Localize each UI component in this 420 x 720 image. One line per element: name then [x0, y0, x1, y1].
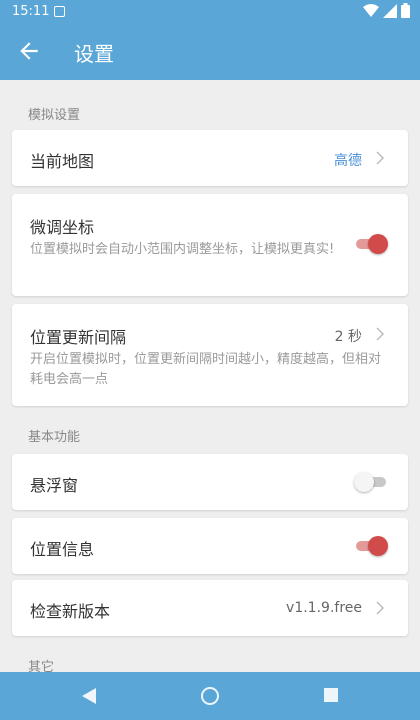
section-header-simulation: 模拟设置	[28, 108, 81, 123]
setting-description: 开启位置模拟时，位置更新间隔时间越小，精度越高，但相对耗电会高一点	[30, 352, 382, 387]
floating-window-toggle[interactable]	[354, 472, 388, 492]
back-arrow-icon[interactable]	[16, 38, 42, 64]
location-info-toggle[interactable]	[354, 536, 388, 556]
setting-fine-tune[interactable]: 微调坐标 位置模拟时会自动小范围内调整坐标，让模拟更真实!	[12, 194, 408, 296]
setting-current-map[interactable]: 当前地图 高德	[12, 130, 408, 186]
section-header-other: 其它	[28, 660, 55, 672]
chevron-right-icon	[376, 601, 385, 615]
setting-value: 高德	[334, 153, 362, 169]
setting-check-update[interactable]: 检查新版本 v1.1.9.free	[12, 580, 408, 636]
toggle-knob	[368, 234, 388, 254]
app-bar: 设置	[0, 24, 420, 80]
setting-update-interval[interactable]: 位置更新间隔 2 秒 开启位置模拟时，位置更新间隔时间越小，精度越高，但相对耗电…	[12, 304, 408, 406]
section-header-basic: 基本功能	[28, 430, 81, 445]
setting-label: 检查新版本	[30, 602, 111, 621]
nav-recents-icon[interactable]	[322, 686, 340, 704]
nav-home-icon[interactable]	[200, 686, 220, 706]
setting-label: 微调坐标	[30, 218, 95, 237]
image-icon	[54, 6, 65, 17]
setting-label: 悬浮窗	[30, 476, 79, 495]
setting-value: 2 秒	[334, 329, 362, 345]
navigation-bar	[0, 672, 420, 720]
page-title: 设置	[74, 42, 114, 66]
toggle-knob	[368, 536, 388, 556]
settings-list[interactable]: 模拟设置 当前地图 高德 微调坐标 位置模拟时会自动小范围内调整坐标，让模拟更真…	[0, 80, 420, 672]
setting-description: 位置模拟时会自动小范围内调整坐标，让模拟更真实!	[30, 242, 335, 257]
setting-label: 位置信息	[30, 540, 95, 559]
status-time: 15:11	[12, 4, 50, 19]
setting-value: v1.1.9.free	[286, 600, 362, 616]
status-bar: 15:11	[0, 0, 420, 24]
chevron-right-icon	[376, 151, 385, 165]
setting-label: 位置更新间隔	[30, 328, 127, 347]
toggle-knob	[354, 472, 374, 492]
setting-label: 当前地图	[30, 152, 95, 171]
wifi-icon	[363, 3, 379, 17]
battery-icon	[401, 3, 410, 18]
fine-tune-toggle[interactable]	[354, 234, 388, 254]
setting-floating-window[interactable]: 悬浮窗	[12, 454, 408, 510]
setting-location-info[interactable]: 位置信息	[12, 518, 408, 574]
chevron-right-icon	[376, 327, 385, 341]
nav-back-icon[interactable]	[80, 686, 98, 706]
signal-icon	[383, 3, 397, 18]
status-icons	[363, 3, 410, 18]
